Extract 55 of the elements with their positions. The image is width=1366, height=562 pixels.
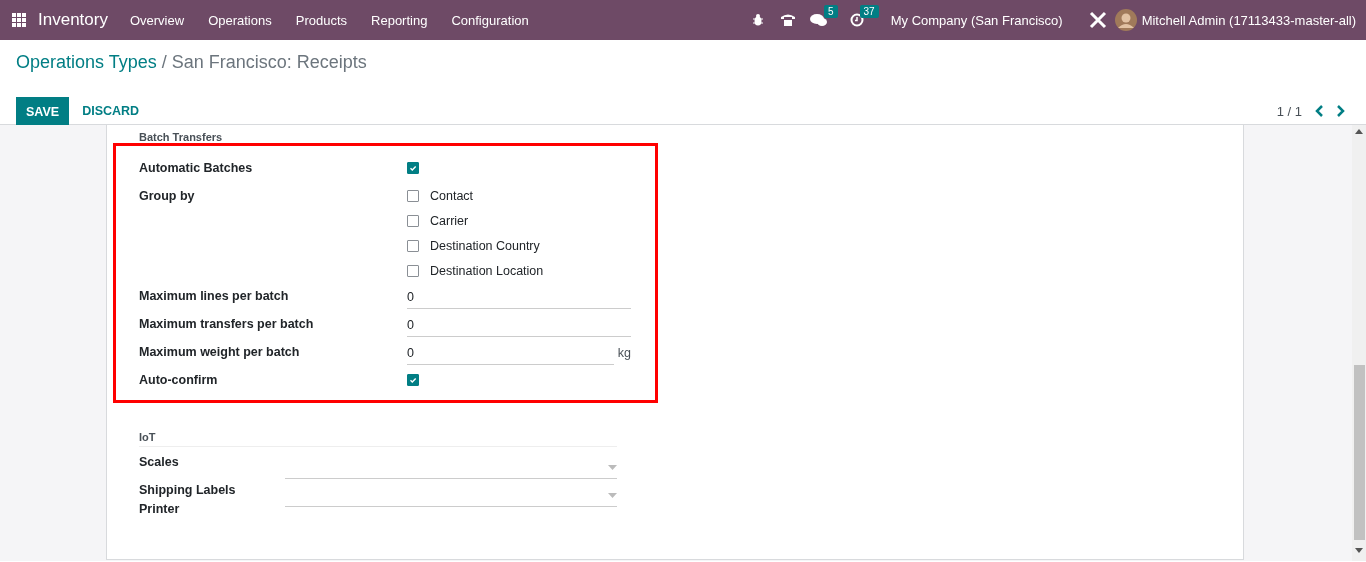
check-icon <box>408 163 418 173</box>
caret-icon <box>608 465 617 470</box>
scroll-down-icon[interactable] <box>1355 548 1363 553</box>
field-label: Maximum transfers per batch <box>139 316 315 333</box>
check-icon <box>408 375 418 385</box>
field-label: Group by <box>139 188 196 205</box>
breadcrumb-link[interactable]: Operations Types <box>16 52 157 73</box>
discard-button[interactable]: DISCARD <box>69 96 153 126</box>
menu-item[interactable]: Reporting <box>359 0 440 40</box>
checkbox[interactable] <box>407 264 419 277</box>
menu-item[interactable]: Overview <box>117 0 197 40</box>
scrollbar[interactable] <box>1352 125 1366 561</box>
section-title: Batch Transfers <box>139 131 224 145</box>
menu-item[interactable]: Products <box>283 0 360 40</box>
previous-icon[interactable] <box>1314 104 1326 118</box>
field-label: Maximum lines per batch <box>139 288 290 305</box>
checkbox[interactable] <box>407 189 419 202</box>
number-field[interactable]: 0 <box>407 339 614 365</box>
chat-icon[interactable] <box>810 13 828 27</box>
checkbox[interactable] <box>407 374 419 386</box>
field-label: Automatic Batches <box>139 160 254 177</box>
message-count-badge: 5 <box>824 5 838 18</box>
menu-item[interactable]: Operations <box>196 0 284 40</box>
number-field[interactable]: 0 <box>407 311 631 337</box>
field-label: Auto-confirm <box>139 372 219 389</box>
phone-icon[interactable] <box>780 13 796 27</box>
option-label: Destination Location <box>430 263 544 278</box>
unit-label: kg <box>617 346 631 362</box>
breadcrumb-current: San Francisco: Receipts <box>171 52 367 73</box>
app-name[interactable]: Inventory <box>38 10 108 30</box>
caret-icon <box>608 493 617 498</box>
option-label: Destination Country <box>430 238 540 253</box>
next-icon[interactable] <box>1334 104 1346 118</box>
checkbox[interactable] <box>407 162 419 174</box>
user-menu[interactable]: Mitchell Admin (17113433-master-all) <box>1141 12 1356 28</box>
section-title: IoT <box>139 431 617 447</box>
menu-item[interactable]: Configuration <box>439 0 541 40</box>
activity-count-badge: 37 <box>859 5 879 18</box>
breadcrumb-separator: / <box>161 52 167 73</box>
field-label: Scales <box>139 454 180 471</box>
scroll-up-icon[interactable] <box>1355 129 1363 134</box>
checkbox[interactable] <box>407 239 419 252</box>
field-label: Maximum weight per batch <box>139 344 301 361</box>
save-button[interactable]: SAVE <box>16 96 70 126</box>
option-label: Contact <box>430 188 474 203</box>
field-label: Shipping Labels Printer <box>139 482 237 518</box>
apps-menu-icon[interactable] <box>12 13 26 27</box>
company-switcher[interactable]: My Company (San Francisco) <box>890 12 1063 28</box>
option-label: Carrier <box>430 213 469 228</box>
bug-icon[interactable] <box>752 14 764 26</box>
avatar[interactable] <box>1114 9 1137 31</box>
checkbox[interactable] <box>407 214 419 227</box>
number-field[interactable]: 0 <box>407 283 631 309</box>
pager-counter: 1 / 1 <box>1276 103 1302 119</box>
clock-icon[interactable] <box>849 13 864 27</box>
